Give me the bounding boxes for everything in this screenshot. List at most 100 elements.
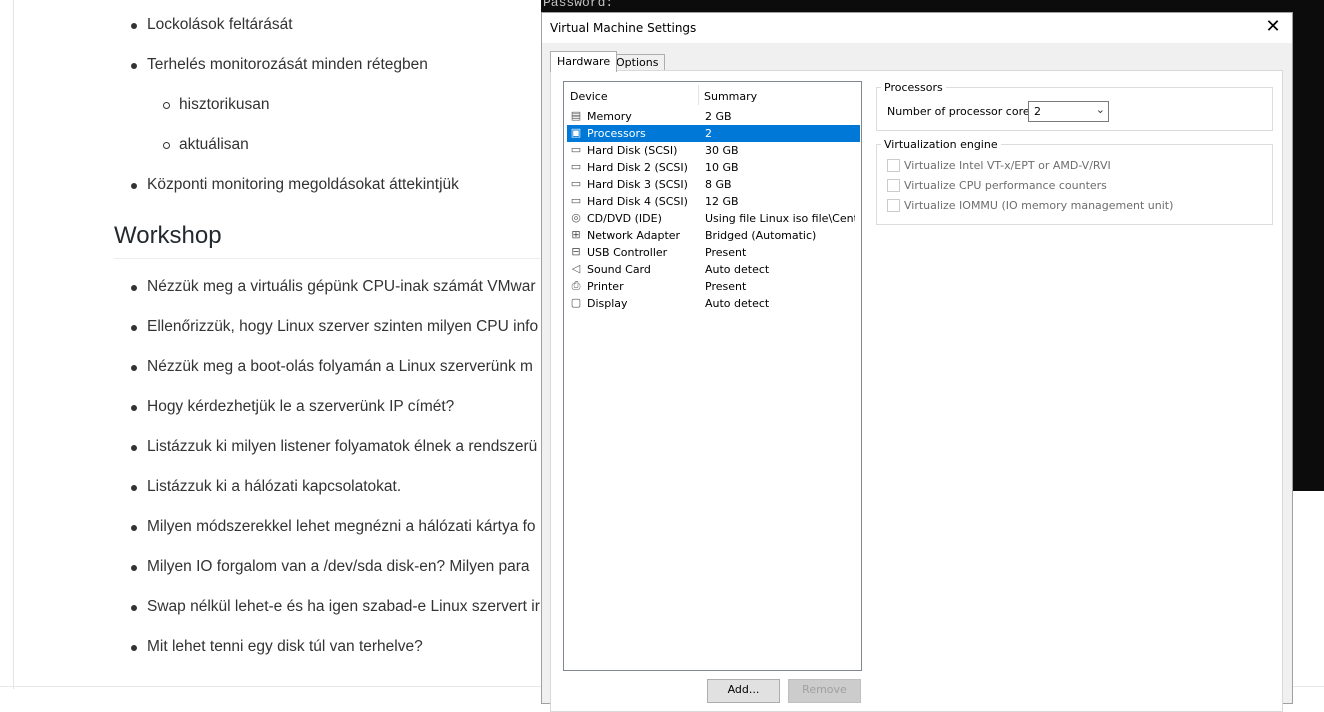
hard-disk-icon: ▭	[570, 160, 582, 173]
device-row-processors[interactable]: ▣ Processors 2	[567, 125, 860, 142]
device-row-hard-disk-2[interactable]: ▭ Hard Disk 2 (SCSI) 10 GB	[567, 159, 860, 176]
usb-icon: ⊟	[571, 245, 581, 258]
virtualize-iommu-label[interactable]: Virtualize IOMMU (IO memory management u…	[904, 199, 1173, 212]
device-row-memory[interactable]: ▤ Memory 2 GB	[567, 108, 860, 125]
hard-disk-icon: ▭	[570, 177, 582, 190]
dialog-title: Virtual Machine Settings	[550, 21, 697, 35]
memory-icon: ▤	[570, 109, 582, 122]
add-button[interactable]: Add...	[707, 679, 780, 703]
device-summary: 2	[705, 127, 712, 140]
bullet-icon	[131, 23, 137, 29]
bullet-icon	[131, 525, 137, 531]
list-item: Listázzuk ki milyen listener folyamatok …	[131, 438, 537, 456]
list-item: Swap nélkül lehet-e és ha igen szabad-e …	[131, 598, 540, 616]
device-name: Sound Card	[587, 263, 651, 276]
device-name: Hard Disk 4 (SCSI)	[587, 195, 688, 208]
hardware-tab-panel: Device Summary ▤ Memory 2 GB ▣ Processor…	[550, 70, 1283, 712]
list-item: Nézzük meg a virtuális gépünk CPU-inak s…	[131, 278, 536, 296]
device-name: Network Adapter	[587, 229, 681, 242]
sub-bullet-icon	[163, 102, 170, 109]
terminal-output: Password:	[543, 0, 614, 10]
bullet-icon	[131, 565, 137, 571]
workshop-heading: Workshop	[114, 222, 222, 249]
processors-group-label: Processors	[881, 81, 946, 94]
printer-icon: ⎙	[571, 279, 581, 292]
list-item: hisztorikusan	[163, 96, 269, 114]
vm-settings-dialog: Virtual Machine Settings ✕ Hardware Opti…	[541, 12, 1293, 712]
device-row-hard-disk-3[interactable]: ▭ Hard Disk 3 (SCSI) 8 GB	[567, 176, 860, 193]
device-row-usb-controller[interactable]: ⊟ USB Controller Present	[567, 244, 860, 261]
list-item: Mit lehet tenni egy disk túl van terhelv…	[131, 638, 423, 656]
virtualize-cpu-counters-checkbox[interactable]	[887, 179, 900, 192]
device-name: Hard Disk (SCSI)	[587, 144, 678, 157]
tab-options[interactable]: Options	[609, 54, 666, 71]
processor-cores-select[interactable]: 2 ⌄	[1028, 101, 1109, 122]
column-header-device[interactable]: Device	[570, 90, 608, 103]
processors-group: Processors Number of processor cores: 2 …	[876, 81, 1273, 131]
device-name: USB Controller	[587, 246, 668, 259]
hard-disk-icon: ▭	[570, 194, 582, 207]
list-item: Listázzuk ki a hálózati kapcsolatokat.	[131, 478, 401, 496]
device-summary: 2 GB	[705, 110, 732, 123]
device-summary: 12 GB	[705, 195, 739, 208]
list-item: Nézzük meg a boot-olás folyamán a Linux …	[131, 358, 533, 376]
virtualize-vtx-checkbox[interactable]	[887, 159, 900, 172]
device-name: Hard Disk 2 (SCSI)	[587, 161, 688, 174]
bullet-icon	[131, 485, 137, 491]
virtualize-vtx-label[interactable]: Virtualize Intel VT-x/EPT or AMD-V/RVI	[904, 159, 1111, 172]
device-row-display[interactable]: ▢ Display Auto detect	[567, 295, 860, 312]
list-item: Terhelés monitorozását minden rétegben	[131, 56, 428, 74]
device-row-hard-disk-4[interactable]: ▭ Hard Disk 4 (SCSI) 12 GB	[567, 193, 860, 210]
list-item: Ellenőrizzük, hogy Linux szerver szinten…	[131, 318, 538, 336]
processor-cores-value: 2	[1034, 105, 1041, 118]
virtualize-cpu-counters-label[interactable]: Virtualize CPU performance counters	[904, 179, 1107, 192]
device-summary: 30 GB	[705, 144, 739, 157]
device-name: Hard Disk 3 (SCSI)	[587, 178, 688, 191]
title-bar[interactable]: Virtual Machine Settings ✕	[542, 13, 1292, 43]
device-summary: Using file Linux iso file\Cent…	[705, 212, 855, 225]
device-row-printer[interactable]: ⎙ Printer Present	[567, 278, 860, 295]
list-item: Hogy kérdezhetjük le a szerverünk IP cím…	[131, 398, 454, 416]
list-item: Milyen módszerekkel lehet megnézni a hál…	[131, 518, 536, 536]
column-divider[interactable]	[698, 85, 699, 105]
device-row-network-adapter[interactable]: ⊞ Network Adapter Bridged (Automatic)	[567, 227, 860, 244]
processor-icon: ▣	[570, 126, 582, 139]
device-name: Processors	[587, 127, 646, 140]
device-list[interactable]: Device Summary ▤ Memory 2 GB ▣ Processor…	[563, 81, 862, 671]
chevron-down-icon: ⌄	[1095, 103, 1105, 116]
list-item: aktuálisan	[163, 136, 249, 154]
network-adapter-icon: ⊞	[571, 228, 581, 241]
hard-disk-icon: ▭	[570, 143, 582, 156]
device-name: Memory	[587, 110, 632, 123]
device-row-hard-disk[interactable]: ▭ Hard Disk (SCSI) 30 GB	[567, 142, 860, 159]
processor-cores-label: Number of processor cores:	[887, 105, 1040, 118]
device-name: CD/DVD (IDE)	[587, 212, 662, 225]
bullet-icon	[131, 63, 137, 69]
tab-hardware[interactable]: Hardware	[550, 51, 618, 72]
list-item: Központi monitoring megoldásokat áttekin…	[131, 176, 459, 194]
close-icon[interactable]: ✕	[1262, 16, 1284, 38]
page-left-border	[13, 0, 14, 689]
device-summary: Auto detect	[705, 263, 770, 276]
device-summary: 8 GB	[705, 178, 732, 191]
cd-dvd-icon: ◎	[571, 211, 581, 224]
column-header-summary[interactable]: Summary	[704, 90, 757, 103]
heading-underline	[114, 258, 540, 259]
bullet-icon	[131, 405, 137, 411]
device-summary: Present	[705, 246, 747, 259]
virtualize-iommu-checkbox[interactable]	[887, 199, 900, 212]
remove-button[interactable]: Remove	[788, 679, 861, 703]
device-summary: Auto detect	[705, 297, 770, 310]
device-summary: Present	[705, 280, 747, 293]
bullet-icon	[131, 285, 137, 291]
sound-card-icon: ◁	[571, 262, 581, 275]
virtualization-group-label: Virtualization engine	[881, 138, 1001, 151]
bullet-icon	[131, 645, 137, 651]
bullet-icon	[131, 183, 137, 189]
virtualization-engine-group: Virtualization engine Virtualize Intel V…	[876, 138, 1273, 225]
display-icon: ▢	[570, 296, 582, 309]
device-row-sound-card[interactable]: ◁ Sound Card Auto detect	[567, 261, 860, 278]
sub-bullet-icon	[163, 142, 170, 149]
device-name: Display	[587, 297, 628, 310]
device-row-cd-dvd[interactable]: ◎ CD/DVD (IDE) Using file Linux iso file…	[567, 210, 860, 227]
